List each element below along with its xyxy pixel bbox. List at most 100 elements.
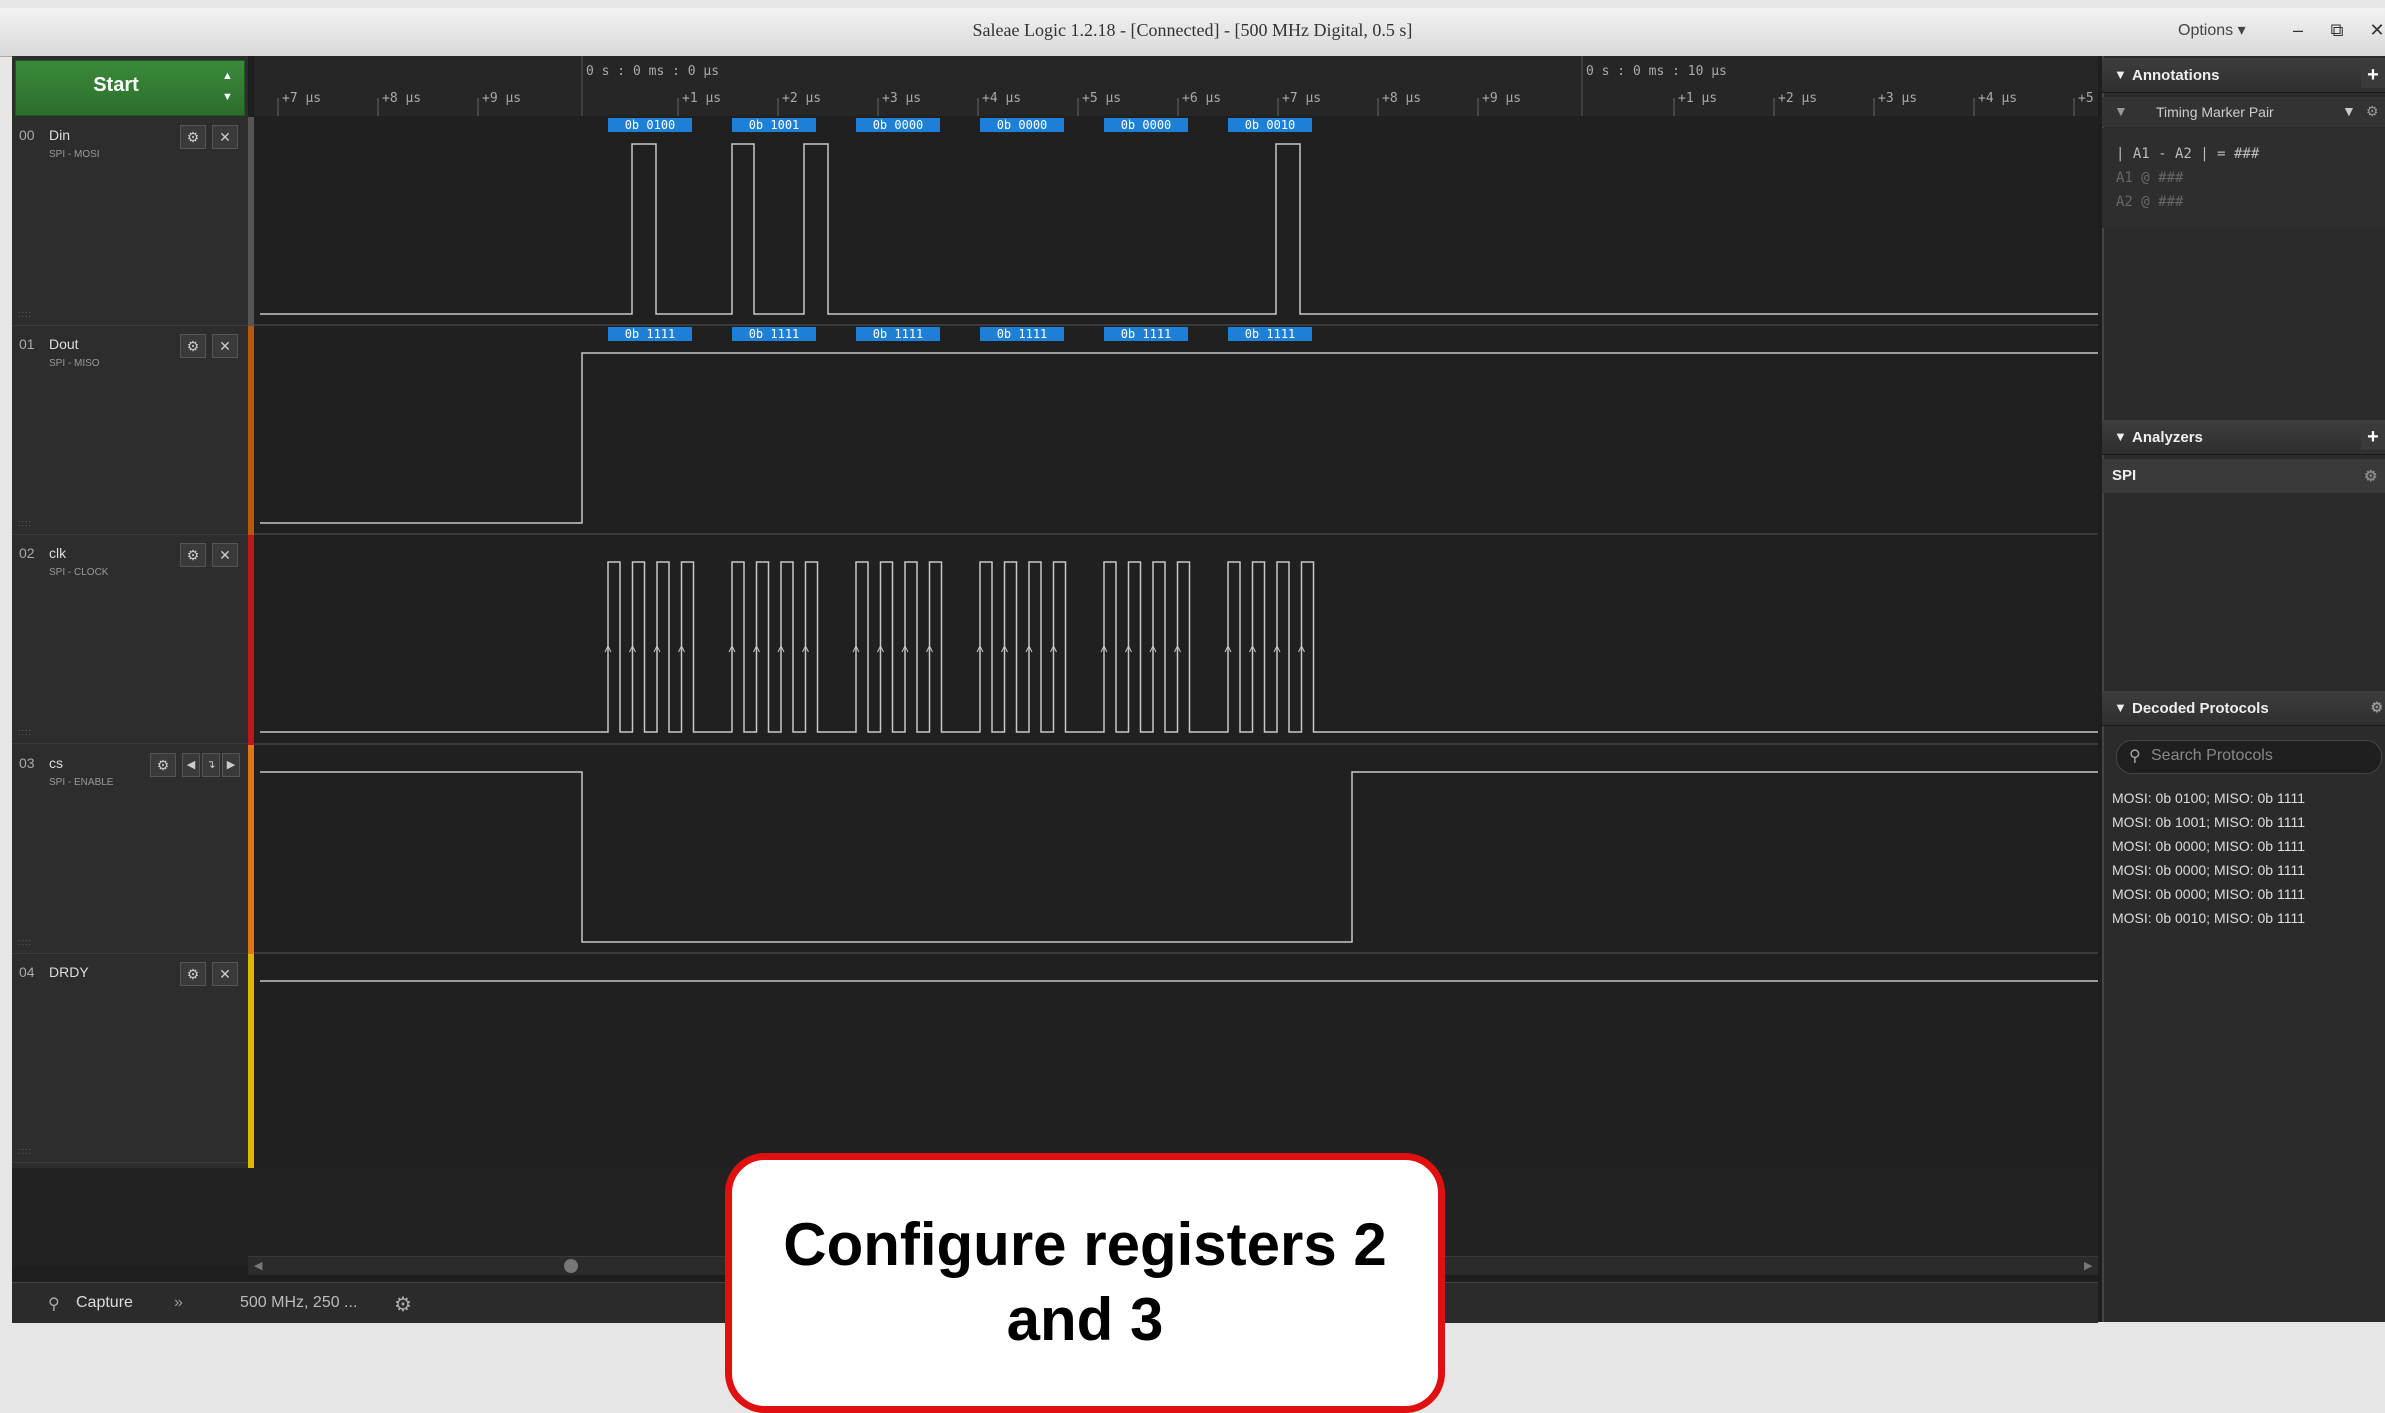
gear-icon[interactable]: ⚙ — [180, 334, 206, 358]
annotations-title: Annotations — [2132, 67, 2220, 84]
drag-handle-icon[interactable]: :::: — [18, 1146, 32, 1156]
gear-icon[interactable]: ⚙ — [180, 962, 206, 986]
ruler-tick-label: +7 µs — [1282, 91, 1321, 106]
time-ruler[interactable]: 0 s : 0 ms : 0 µs 0 s : 0 ms : 10 µs +7 µs… — [254, 56, 2098, 117]
decoded-frame-label: 0b 1111 — [997, 327, 1048, 341]
close-button[interactable]: ✕ — [2362, 16, 2385, 46]
waveform-view[interactable]: 0b 0100 0b 1001 0b 0000 0b 0000 0b 0000 0b 00… — [254, 116, 2098, 1168]
channel-number: 00 — [19, 127, 35, 143]
gear-icon[interactable]: ⚙ — [150, 753, 176, 777]
list-item[interactable]: MOSI: 0b 0100; MISO: 0b 1111 — [2102, 786, 2385, 810]
channel-number: 01 — [19, 336, 35, 352]
ruler-tick-label: +4 µs — [1978, 91, 2017, 106]
decoded-row-text: MOSI: 0b 1001; MISO: 0b 1111 — [2112, 814, 2305, 830]
collapse-triangle-icon[interactable]: ▼ — [2114, 700, 2127, 715]
expand-icon[interactable]: » — [174, 1294, 183, 1312]
channel-analyzer-label: SPI - ENABLE — [49, 777, 114, 788]
list-item[interactable]: MOSI: 0b 0000; MISO: 0b 1111 — [2102, 882, 2385, 906]
channel-row[interactable]: 01 Dout SPI - MISO ⚙ ✕ :::: — [12, 326, 248, 535]
ruler-tick-label: +7 µs — [282, 91, 321, 106]
analyzers-header[interactable]: ▼ Analyzers + — [2102, 420, 2385, 455]
gear-icon[interactable]: ⚙ — [180, 543, 206, 567]
decoded-frame-label: 0b 1001 — [749, 118, 800, 132]
close-icon[interactable]: ✕ — [212, 962, 238, 986]
clk-signal — [260, 561, 2098, 733]
channel-analyzer-label: SPI - CLOCK — [49, 567, 109, 578]
sample-rate-tab[interactable]: 500 MHz, 250 ... ⚙ — [226, 1288, 412, 1320]
channel-row[interactable]: 00 Din SPI - MOSI ⚙ ✕ :::: — [12, 117, 248, 326]
ruler-tick-label: +1 µs — [682, 91, 721, 106]
start-button[interactable]: Start ▲ ▼ — [15, 60, 245, 116]
channel-name[interactable]: Dout — [49, 336, 79, 352]
drag-handle-icon[interactable]: :::: — [18, 518, 32, 528]
channel-row[interactable]: 04 DRDY ⚙ ✕ :::: — [12, 954, 248, 1163]
ruler-marker-label: 0 s : 0 ms : 10 µs — [1586, 64, 1727, 79]
decoded-frame-label: 0b 1111 — [749, 327, 800, 341]
decoded-row-text: MOSI: 0b 0100; MISO: 0b 1111 — [2112, 790, 2305, 806]
channel-name[interactable]: DRDY — [49, 964, 89, 980]
close-icon[interactable]: ✕ — [212, 334, 238, 358]
collapse-triangle-icon[interactable]: ▼ — [2114, 67, 2127, 82]
scroll-right-icon[interactable]: ▶ — [2084, 1259, 2092, 1272]
drag-handle-icon[interactable]: :::: — [18, 309, 32, 319]
gear-icon[interactable]: ⚙ — [180, 125, 206, 149]
decoded-frame-label: 0b 1111 — [873, 327, 924, 341]
gear-icon[interactable]: ⚙ — [394, 1292, 412, 1317]
marker-info: | A1 - A2 | = ### A1 @ ### A2 @ ### — [2102, 128, 2385, 228]
decoded-row-text: MOSI: 0b 0000; MISO: 0b 1111 — [2112, 862, 2305, 878]
options-menu[interactable]: Options ▾ — [2178, 20, 2246, 40]
channel-name[interactable]: cs — [49, 755, 63, 771]
list-item[interactable]: MOSI: 0b 0000; MISO: 0b 1111 — [2102, 858, 2385, 882]
list-item[interactable]: MOSI: 0b 0010; MISO: 0b 1111 — [2102, 906, 2385, 930]
decoded-protocols-header[interactable]: ▼ Decoded Protocols ⚙ — [2102, 691, 2385, 726]
channel-name[interactable]: clk — [49, 545, 66, 561]
search-protocols-input[interactable]: ⚲ Search Protocols — [2116, 740, 2382, 774]
analyzer-name: SPI — [2112, 467, 2137, 484]
gear-icon[interactable]: ⚙ — [2364, 467, 2377, 485]
decoded-protocols-title: Decoded Protocols — [2132, 700, 2269, 717]
close-icon[interactable]: ✕ — [212, 543, 238, 567]
dout-signal — [260, 352, 2098, 524]
analyzer-item[interactable]: SPI ⚙ — [2102, 459, 2385, 493]
channel-row[interactable]: 03 cs SPI - ENABLE ⚙ ◀ ↴ ▶ :::: — [12, 745, 248, 954]
window-title: Saleae Logic 1.2.18 - [Connected] - [500… — [972, 20, 1413, 40]
channel-number: 02 — [19, 545, 35, 561]
gear-icon[interactable]: ⚙ — [2366, 103, 2379, 120]
list-item[interactable]: MOSI: 0b 1001; MISO: 0b 1111 — [2102, 810, 2385, 834]
annotations-header[interactable]: ▼ Annotations + — [2102, 58, 2385, 93]
sample-rate-label: 500 MHz, 250 ... — [240, 1294, 358, 1311]
prev-edge-icon[interactable]: ◀ — [182, 753, 200, 777]
chevron-down-icon[interactable]: ▼ — [2342, 103, 2356, 119]
ruler-tick-label: +6 µs — [1182, 91, 1221, 106]
next-edge-icon[interactable]: ▶ — [222, 753, 240, 777]
capture-tab[interactable]: ⚲ Capture » — [24, 1288, 183, 1320]
timing-marker-selector[interactable]: ▼ Timing Marker Pair ▼ ⚙ — [2102, 97, 2385, 127]
ruler-tick-label: +1 µs — [1678, 91, 1717, 106]
close-icon[interactable]: ✕ — [212, 125, 238, 149]
ruler-tick-label: +2 µs — [1778, 91, 1817, 106]
list-item[interactable]: MOSI: 0b 0000; MISO: 0b 1111 — [2102, 834, 2385, 858]
decoded-frame-label: 0b 1111 — [1121, 327, 1172, 341]
channel-number: 04 — [19, 964, 35, 980]
marker-a1: A1 @ ### — [2116, 170, 2184, 186]
minimize-button[interactable]: – — [2283, 16, 2313, 46]
drag-handle-icon[interactable]: :::: — [18, 727, 32, 737]
trigger-icon[interactable]: ↴ — [202, 753, 220, 777]
channel-name[interactable]: Din — [49, 127, 70, 143]
channel-row[interactable]: 02 clk SPI - CLOCK ⚙ ✕ :::: — [12, 535, 248, 744]
ruler-marker-label: 0 s : 0 ms : 0 µs — [586, 64, 719, 79]
chevron-down-icon[interactable]: ▼ — [222, 91, 233, 103]
add-annotation-button[interactable]: + — [2361, 62, 2385, 88]
restore-button[interactable]: ⧉ — [2322, 16, 2352, 46]
gear-icon[interactable]: ⚙ — [2370, 699, 2383, 716]
scroll-left-icon[interactable]: ◀ — [254, 1259, 262, 1272]
collapse-triangle-icon[interactable]: ▼ — [2114, 429, 2127, 444]
drag-handle-icon[interactable]: :::: — [18, 937, 32, 947]
decoded-row-text: MOSI: 0b 0010; MISO: 0b 1111 — [2112, 910, 2305, 926]
scroll-thumb[interactable] — [564, 1259, 578, 1273]
ruler-tick-label: +4 µs — [982, 91, 1021, 106]
chevron-up-icon[interactable]: ▲ — [222, 70, 233, 82]
add-analyzer-button[interactable]: + — [2361, 424, 2385, 450]
title-bar: Saleae Logic 1.2.18 - [Connected] - [500… — [0, 8, 2385, 57]
ruler-tick-label: +8 µs — [382, 91, 421, 106]
